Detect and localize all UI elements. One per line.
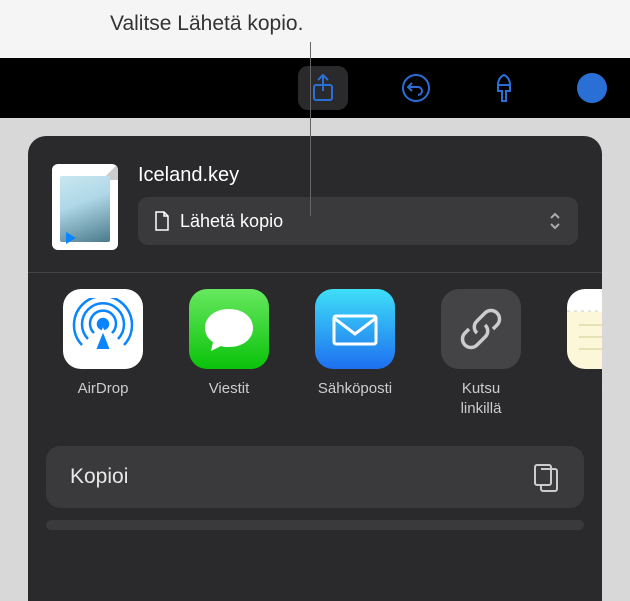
file-thumbnail bbox=[52, 164, 118, 250]
more-button[interactable] bbox=[572, 68, 612, 108]
chevron-up-down-icon bbox=[548, 211, 562, 231]
undo-icon bbox=[400, 72, 432, 104]
copy-icon bbox=[532, 462, 560, 492]
share-target-label: Kutsu linkillä bbox=[461, 379, 502, 418]
mail-icon bbox=[315, 289, 395, 369]
messages-icon bbox=[189, 289, 269, 369]
more-icon bbox=[575, 71, 609, 105]
notes-icon bbox=[567, 289, 602, 369]
brush-icon bbox=[490, 73, 518, 103]
play-icon bbox=[66, 232, 76, 244]
actions-section: Kopioi bbox=[28, 438, 602, 542]
share-target-notes[interactable]: M bbox=[562, 289, 602, 418]
share-target-label: AirDrop bbox=[78, 379, 129, 399]
send-copy-dropdown[interactable]: Lähetä kopio bbox=[138, 197, 578, 245]
share-button[interactable] bbox=[298, 66, 348, 110]
toolbar bbox=[0, 58, 630, 118]
sheet-header: Iceland.key Lähetä kopio bbox=[28, 136, 602, 272]
callout-text: Valitse Lähetä kopio. bbox=[110, 12, 303, 36]
next-action[interactable] bbox=[46, 520, 584, 530]
undo-button[interactable] bbox=[396, 68, 436, 108]
format-button[interactable] bbox=[484, 68, 524, 108]
popover-arrow bbox=[292, 136, 320, 138]
share-target-mail[interactable]: Sähköposti bbox=[310, 289, 400, 418]
share-target-label: Viestit bbox=[209, 379, 250, 399]
file-name: Iceland.key bbox=[138, 164, 578, 187]
copy-label: Kopioi bbox=[70, 465, 128, 489]
share-target-airdrop[interactable]: AirDrop bbox=[58, 289, 148, 418]
document-icon bbox=[154, 211, 170, 231]
callout-line bbox=[310, 42, 311, 216]
share-target-invite-link[interactable]: Kutsu linkillä bbox=[436, 289, 526, 418]
share-target-label: Sähköposti bbox=[318, 379, 392, 399]
send-copy-label: Lähetä kopio bbox=[180, 211, 538, 232]
airdrop-icon bbox=[63, 289, 143, 369]
copy-action[interactable]: Kopioi bbox=[46, 446, 584, 508]
share-target-label: M bbox=[601, 379, 602, 399]
share-targets-row: AirDrop Viestit Sähköposti bbox=[28, 272, 602, 438]
share-target-messages[interactable]: Viestit bbox=[184, 289, 274, 418]
link-icon bbox=[441, 289, 521, 369]
share-sheet: Iceland.key Lähetä kopio bbox=[28, 136, 602, 601]
share-icon bbox=[311, 73, 335, 103]
